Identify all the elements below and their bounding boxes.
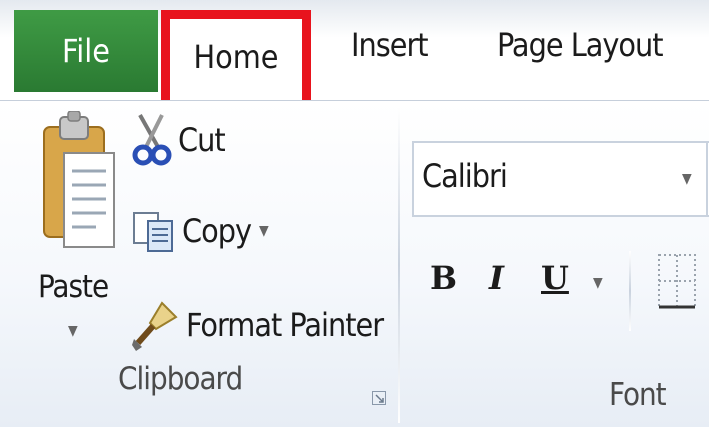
scissors-icon: [132, 114, 172, 166]
format-painter-label: Format Painter: [186, 306, 384, 344]
group-divider: [398, 107, 400, 423]
underline-button[interactable]: U: [541, 259, 569, 297]
paste-dropdown-arrow-icon[interactable]: ▼: [68, 323, 78, 339]
copy-dropdown-arrow-icon[interactable]: ▼: [259, 223, 269, 239]
clipboard-group-label: Clipboard: [118, 361, 243, 397]
bold-button[interactable]: B: [430, 259, 457, 297]
tab-page-layout[interactable]: Page Layout: [497, 26, 664, 64]
ribbon-home-panel: Paste ▼ Cut Copy ▼ Format Painter Clipbo…: [0, 100, 709, 427]
clipboard-paste-icon: [43, 111, 115, 248]
format-painter-button[interactable]: Format Painter: [132, 299, 384, 351]
copy-button[interactable]: Copy ▼: [132, 209, 269, 253]
tab-insert[interactable]: Insert: [351, 26, 429, 64]
paste-button[interactable]: Paste ▼: [28, 111, 124, 361]
italic-button[interactable]: I: [489, 259, 504, 297]
font-dropdown-arrow-icon[interactable]: ▼: [682, 171, 692, 187]
tab-home[interactable]: Home: [161, 10, 311, 100]
ribbon-tab-bar: File Home Insert Page Layout: [0, 0, 709, 100]
font-group-label: Font: [609, 377, 667, 413]
format-separator: [629, 251, 631, 331]
paste-label: Paste: [38, 269, 109, 305]
borders-icon[interactable]: [657, 251, 697, 311]
underline-dropdown-arrow-icon[interactable]: ▼: [593, 275, 603, 291]
cut-label: Cut: [178, 121, 226, 159]
cut-button[interactable]: Cut: [132, 113, 226, 167]
font-name-value: Calibri: [422, 157, 508, 195]
tab-file[interactable]: File: [14, 10, 158, 92]
copy-icon: [133, 212, 173, 252]
font-size-separator: [706, 143, 708, 217]
tab-home-label: Home: [193, 37, 279, 76]
copy-label: Copy: [182, 212, 252, 250]
font-name-combobox[interactable]: Calibri ▼: [412, 141, 709, 217]
dialog-launcher-icon[interactable]: [372, 391, 386, 405]
format-painter-brush-icon: [132, 301, 178, 351]
